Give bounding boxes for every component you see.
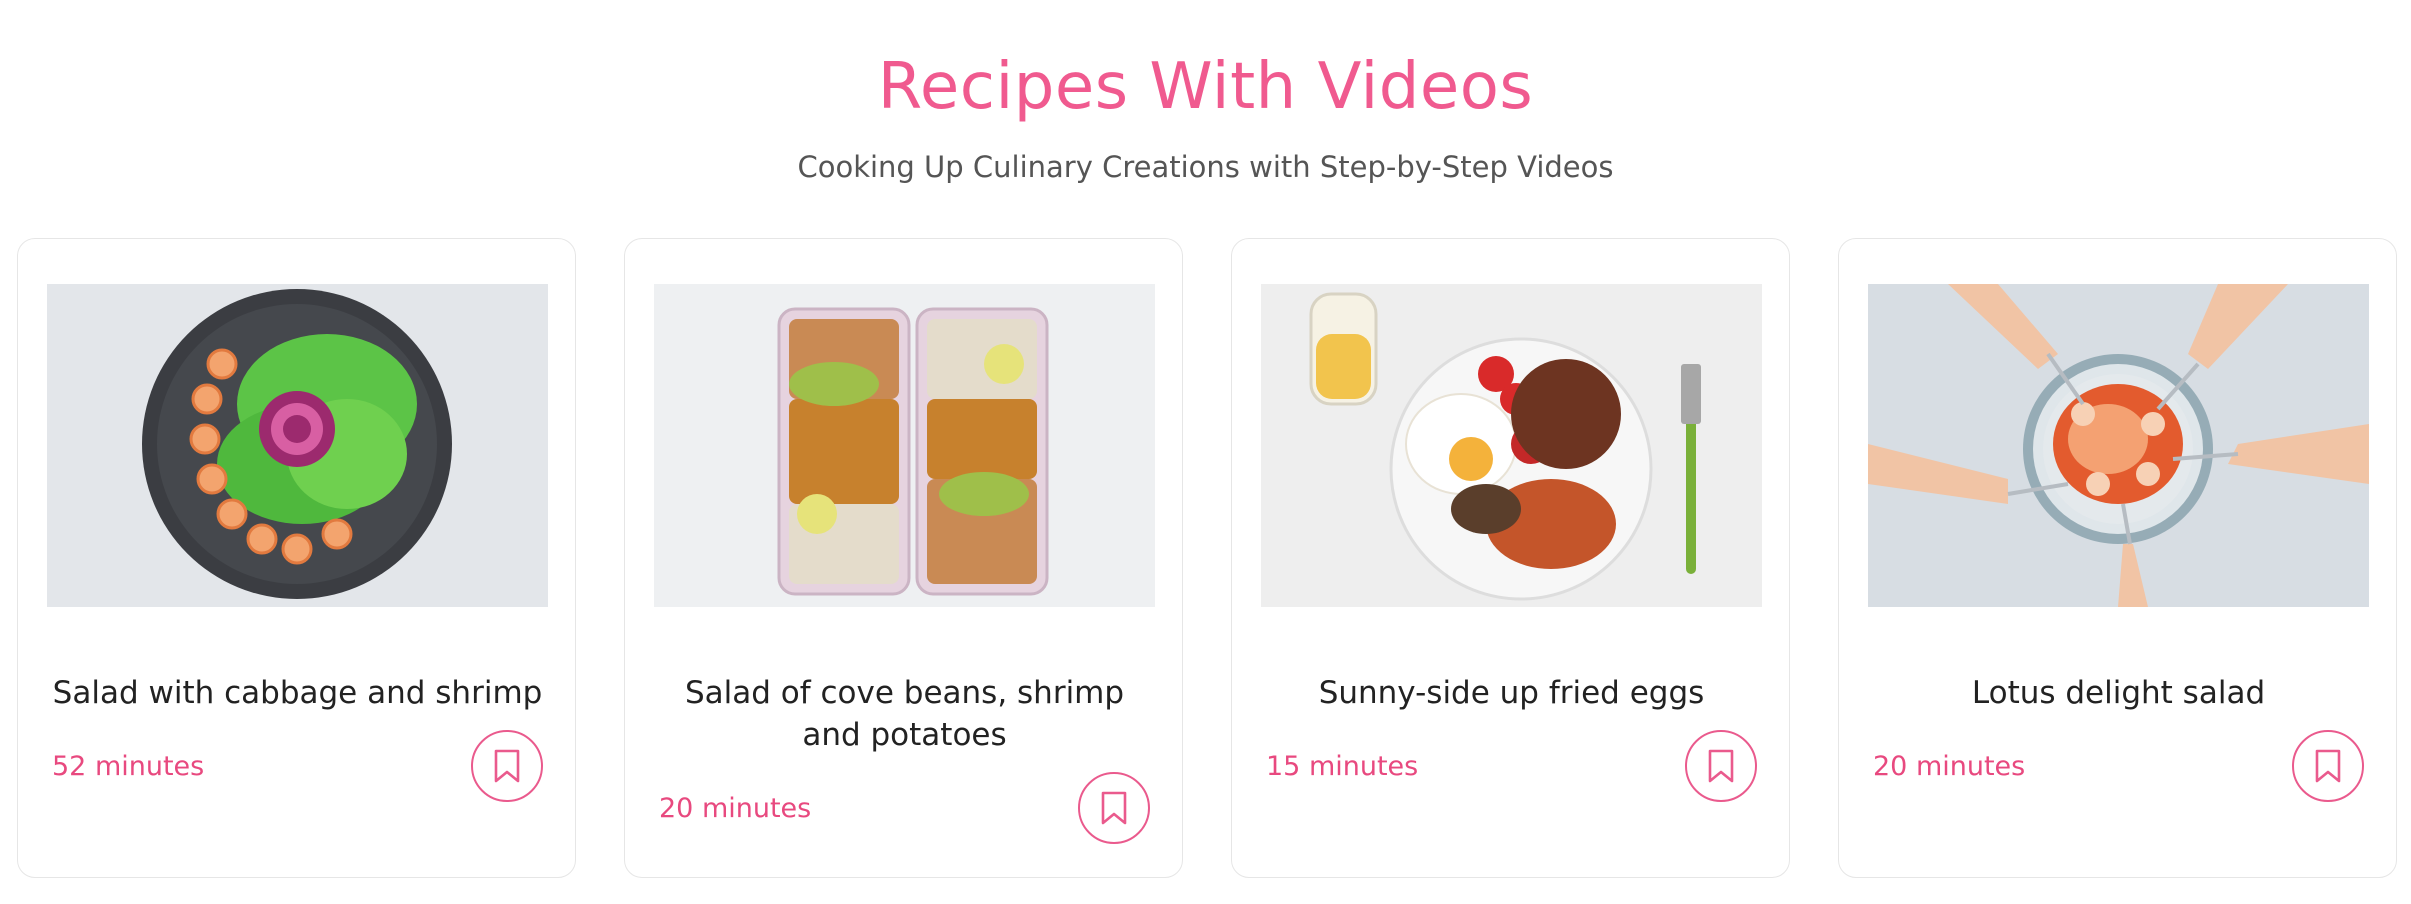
- recipe-card[interactable]: Salad of cove beans, shrimp and potatoes…: [624, 238, 1183, 878]
- recipe-image[interactable]: [1868, 284, 2369, 607]
- page-subtitle: Cooking Up Culinary Creations with Step-…: [797, 150, 1614, 184]
- bookmark-icon: [2315, 749, 2341, 783]
- recipe-card[interactable]: Salad with cabbage and shrimp 52 minutes: [17, 238, 576, 878]
- bookmark-icon: [1101, 791, 1127, 825]
- bookmark-button[interactable]: [2292, 730, 2364, 802]
- recipe-card[interactable]: Sunny-side up fried eggs 15 minutes: [1231, 238, 1790, 878]
- recipe-image[interactable]: [1261, 284, 1762, 607]
- cook-time: 20 minutes: [1873, 751, 2026, 782]
- cook-time: 15 minutes: [1266, 751, 1419, 782]
- bookmark-button[interactable]: [1078, 772, 1150, 844]
- recipe-title[interactable]: Salad with cabbage and shrimp: [48, 672, 547, 714]
- page-title: Recipes With Videos: [877, 50, 1534, 124]
- recipe-card[interactable]: Lotus delight salad 20 minutes: [1838, 238, 2397, 878]
- recipe-card-list: Salad with cabbage and shrimp 52 minutes: [17, 238, 2397, 878]
- bookmark-icon: [494, 749, 520, 783]
- cook-time: 52 minutes: [52, 751, 205, 782]
- bookmark-button[interactable]: [471, 730, 543, 802]
- bookmark-icon: [1708, 749, 1734, 783]
- recipe-image[interactable]: [654, 284, 1155, 607]
- recipe-image[interactable]: [47, 284, 548, 607]
- recipe-title[interactable]: Salad of cove beans, shrimp and potatoes: [655, 672, 1154, 756]
- cook-time: 20 minutes: [659, 793, 812, 824]
- bookmark-button[interactable]: [1685, 730, 1757, 802]
- recipe-title[interactable]: Lotus delight salad: [1869, 672, 2368, 714]
- recipe-title[interactable]: Sunny-side up fried eggs: [1262, 672, 1761, 714]
